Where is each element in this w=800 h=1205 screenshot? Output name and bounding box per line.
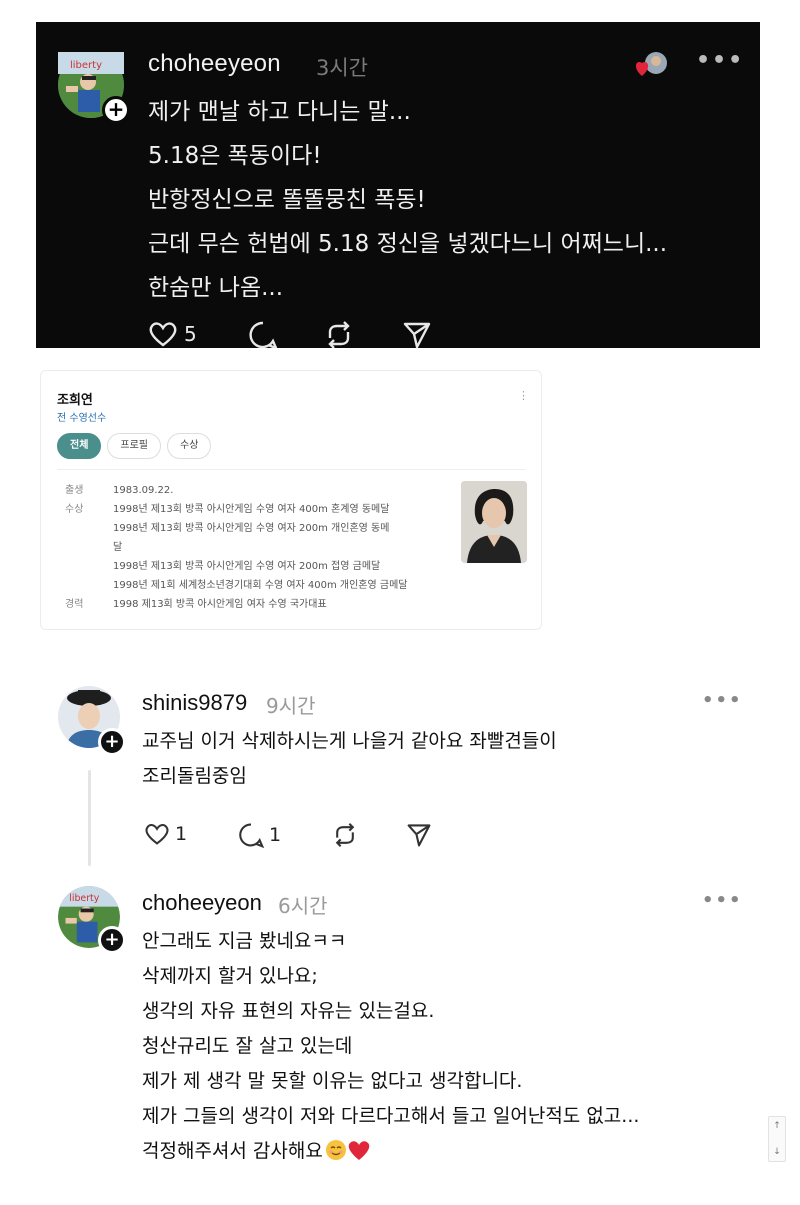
- comment-text-line: 제가 그들의 생각이 저와 다르다고해서 들고 일어난적도 없고...: [142, 1105, 640, 1127]
- heart-reaction-icon[interactable]: [634, 50, 668, 80]
- comment-text-line: 제가 제 생각 말 못할 이유는 없다고 생각합니다.: [142, 1070, 523, 1092]
- heart-icon: [149, 322, 177, 347]
- comment-text-line: 안그래도 지금 봤네요ㅋㅋ: [142, 930, 347, 952]
- profile-info-list: 출생 1983.09.22. 수상 1998년 제13회 방콕 아시안게임 수영 여…: [65, 481, 465, 614]
- heart-icon: [145, 824, 169, 845]
- comment-username[interactable]: choheeyeon: [142, 890, 262, 916]
- profile-portrait: [461, 481, 527, 563]
- comment-body: 교주님 이거 삭제하시는게 나을거 같아요 좌빨견들이 조리돌림중임: [142, 724, 762, 794]
- info-key: [65, 576, 113, 595]
- more-options-button[interactable]: •••: [696, 48, 744, 73]
- smiling-face-emoji: [325, 1140, 346, 1160]
- repost-button[interactable]: [324, 320, 354, 348]
- info-row: 1998년 제1회 세계청소년경기대회 수영 여자 400m 개인혼영 금메달: [65, 576, 465, 595]
- scroll-down-arrow-icon[interactable]: ↓: [769, 1147, 785, 1157]
- comment-icon: [249, 321, 278, 348]
- repost-icon: [328, 321, 350, 348]
- comment-text-line: 조리돌림중임: [142, 765, 247, 787]
- svg-text:liberty: liberty: [69, 893, 99, 904]
- kebab-menu-icon[interactable]: ⋮: [518, 389, 529, 402]
- post-text-line: 제가 맨날 하고 다니는 말...: [148, 99, 411, 125]
- info-row: 1998년 제13회 방콕 아시안게임 수영 여자 200m 개인혼영 동메: [65, 519, 465, 538]
- profile-subtitle: 전 수영선수: [57, 413, 107, 424]
- info-key: 출생: [65, 485, 84, 496]
- comment-time: 9시간: [266, 694, 316, 718]
- like-count: 1: [175, 823, 188, 845]
- repost-icon: [335, 822, 355, 848]
- info-value: 1998 제13회 방콕 아시안게임 여자 수영 국가대표: [113, 599, 327, 610]
- tab-all[interactable]: 전체: [57, 433, 102, 459]
- more-options-button[interactable]: •••: [702, 890, 743, 911]
- scrollbar[interactable]: ↑ ↓: [768, 1116, 786, 1162]
- comment-icon: [239, 823, 264, 848]
- post-time: 3시간: [316, 56, 369, 80]
- comment-body: 안그래도 지금 봤네요ㅋㅋ 삭제까지 할거 있나요; 생각의 자유 표현의 자유…: [142, 924, 762, 1169]
- profile-photo[interactable]: [461, 481, 527, 563]
- info-value: 1983.09.22.: [113, 485, 174, 496]
- threads-post-dark: liberty + choheeyeon 3시간 ••• 제가 맨날 하고 다니…: [36, 22, 760, 348]
- info-row: 달: [65, 538, 465, 557]
- comment-text-line: 교주님 이거 삭제하시는게 나을거 같아요 좌빨견들이: [142, 730, 557, 752]
- repost-button[interactable]: [332, 822, 358, 848]
- post-username[interactable]: choheeyeon: [148, 50, 281, 78]
- info-key: 수상: [65, 504, 84, 515]
- more-options-button[interactable]: •••: [702, 690, 743, 711]
- share-icon: [407, 824, 431, 847]
- info-key: [65, 519, 113, 538]
- red-heart-emoji: [348, 1141, 370, 1160]
- profile-name[interactable]: 조희연: [57, 389, 93, 408]
- comment-button[interactable]: 1: [238, 822, 281, 848]
- share-button[interactable]: [402, 320, 432, 348]
- svg-text:liberty: liberty: [70, 60, 102, 71]
- comment-time: 6시간: [278, 894, 328, 918]
- post-text-line: 반항정신으로 똘똘뭉친 폭동!: [148, 187, 426, 213]
- share-icon: [403, 322, 431, 348]
- post-text-line: 한숨만 나옴...: [148, 275, 284, 301]
- follow-plus-icon[interactable]: +: [102, 96, 130, 124]
- profile-info-card: 조희연 전 수영선수 ⋮ 전체 프로필 수상 출생 1983.09.22. 수상 1…: [40, 370, 542, 630]
- info-value: 1998년 제1회 세계청소년경기대회 수영 여자 400m 개인혼영 금메달: [113, 580, 408, 591]
- reply-count: 1: [269, 824, 282, 846]
- follow-plus-icon[interactable]: +: [98, 926, 126, 954]
- info-key: [65, 538, 113, 557]
- comment-text: 걱정해주셔서 감사해요: [142, 1140, 323, 1162]
- info-row: 수상 1998년 제13회 방콕 아시안게임 수영 여자 400m 혼계영 동메달: [65, 500, 465, 519]
- tab-awards[interactable]: 수상: [167, 433, 212, 459]
- comment-username[interactable]: shinis9879: [142, 690, 247, 716]
- info-row: 경력 1998 제13회 방콕 아시안게임 여자 수영 국가대표: [65, 595, 465, 614]
- comment-text-line: 삭제까지 할거 있나요;: [142, 965, 318, 987]
- comment-text-line: 청산규리도 잘 살고 있는데: [142, 1035, 353, 1057]
- info-row: 1998년 제13회 방콕 아시안게임 수영 여자 200m 접영 금메달: [65, 557, 465, 576]
- post-body: 제가 맨날 하고 다니는 말... 5.18은 폭동이다! 반항정신으로 똘똘뭉…: [148, 90, 748, 310]
- info-value: 1998년 제13회 방콕 아시안게임 수영 여자 200m 접영 금메달: [113, 561, 381, 572]
- thread-connector-line: [88, 770, 91, 866]
- tab-profile[interactable]: 프로필: [107, 433, 162, 459]
- info-value: 1998년 제13회 방콕 아시안게임 수영 여자 200m 개인혼영 동메: [113, 523, 390, 534]
- like-count: 5: [184, 322, 197, 346]
- profile-tabs: 전체 프로필 수상: [57, 433, 212, 459]
- info-value: 달: [113, 542, 123, 553]
- like-button[interactable]: 1: [144, 822, 187, 846]
- like-button[interactable]: 5: [148, 320, 197, 348]
- info-value: 1998년 제13회 방콕 아시안게임 수영 여자 400m 혼계영 동메달: [113, 504, 390, 515]
- divider: [57, 469, 525, 470]
- follow-plus-icon[interactable]: +: [98, 728, 126, 756]
- scroll-up-arrow-icon[interactable]: ↑: [769, 1121, 785, 1131]
- comment-button[interactable]: [248, 320, 278, 348]
- info-row: 출생 1983.09.22.: [65, 481, 465, 500]
- post-text-line: 5.18은 폭동이다!: [148, 143, 322, 169]
- info-key: [65, 557, 113, 576]
- info-key: 경력: [65, 599, 84, 610]
- comment-text-line-last: 걱정해주셔서 감사해요: [142, 1134, 762, 1169]
- post-actions: 5: [148, 318, 468, 348]
- comment-text-line: 생각의 자유 표현의 자유는 있는걸요.: [142, 1000, 435, 1022]
- share-button[interactable]: [406, 822, 432, 848]
- post-text-line: 근데 무슨 헌법에 5.18 정신을 넣겠다느니 어쩌느니...: [148, 231, 668, 257]
